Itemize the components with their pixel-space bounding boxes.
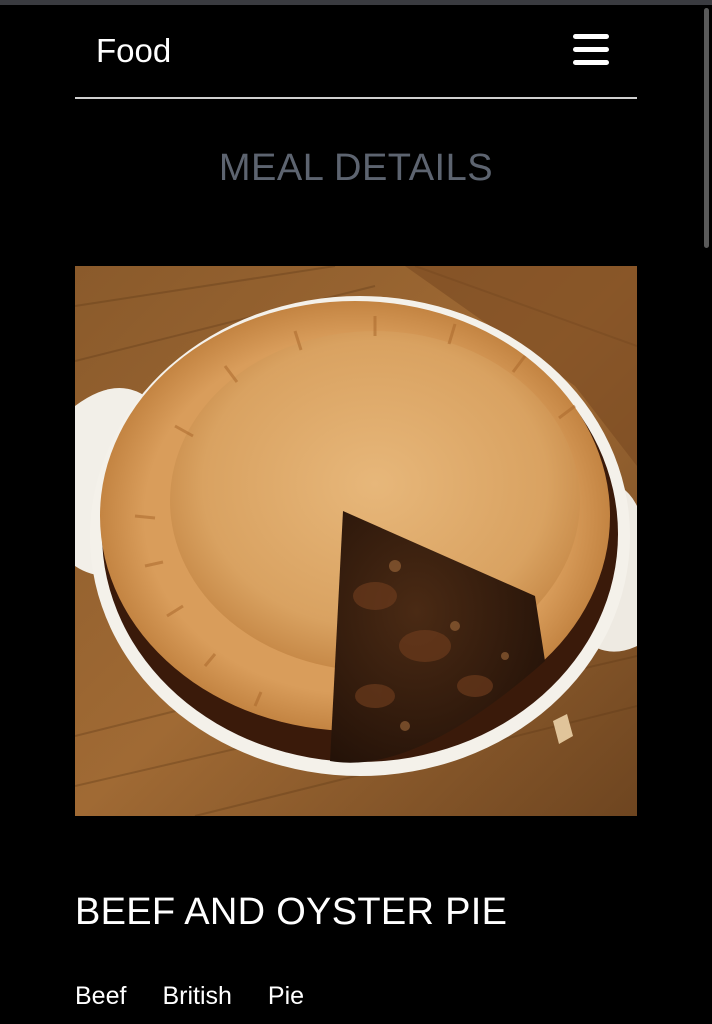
tag-british[interactable]: British <box>162 980 231 1012</box>
meal-image <box>75 266 637 816</box>
header: Food <box>75 24 637 82</box>
meal-tags: Beef British Pie <box>75 980 304 1012</box>
meal-name: BEEF AND OYSTER PIE <box>75 891 508 933</box>
header-divider <box>75 97 637 99</box>
page-title: MEAL DETAILS <box>218 147 494 189</box>
scrollbar-thumb[interactable] <box>704 8 709 248</box>
hamburger-menu-icon[interactable] <box>571 30 611 70</box>
top-status-strip <box>0 0 712 5</box>
tag-pie[interactable]: Pie <box>268 980 304 1012</box>
brand-title[interactable]: Food <box>96 32 171 70</box>
tag-beef[interactable]: Beef <box>75 980 126 1012</box>
